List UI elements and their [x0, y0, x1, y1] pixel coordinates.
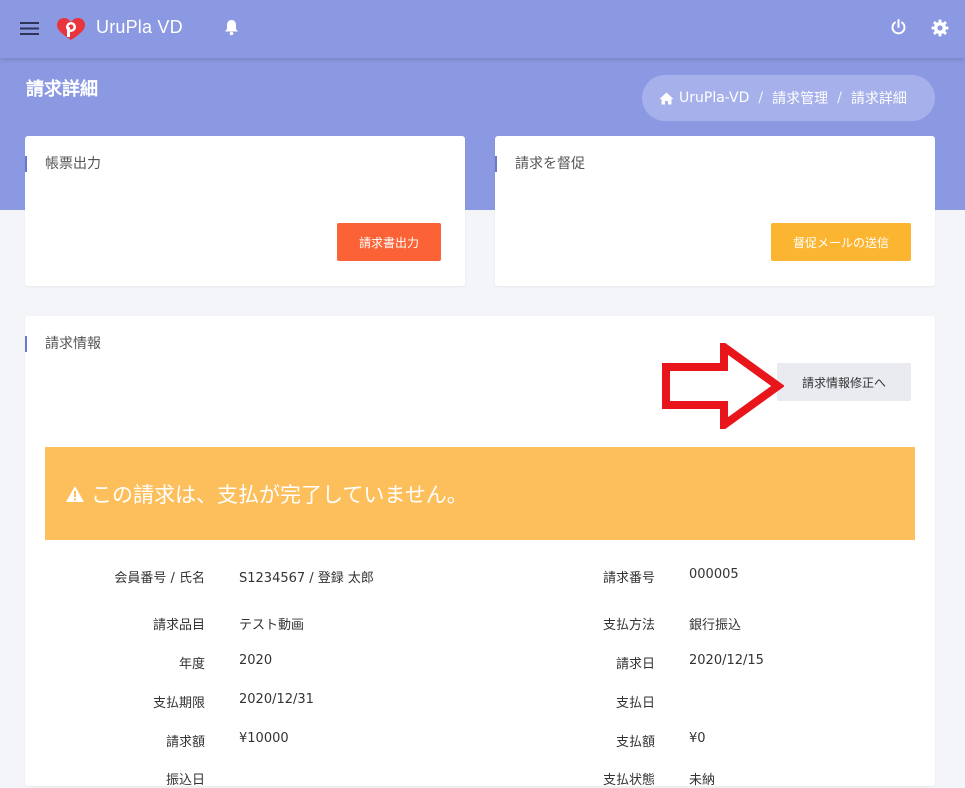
breadcrumb-separator: / [837, 90, 842, 106]
amount-billed-label: 請求額 [165, 735, 205, 750]
breadcrumb-billing[interactable]: 請求管理 [772, 88, 828, 108]
logo-icon[interactable] [55, 16, 87, 42]
member-label: 会員番号 / 氏名 [114, 571, 205, 586]
breadcrumb-current: 請求詳細 [850, 91, 907, 107]
breadcrumb: UruPla-VD / 請求管理 / 請求詳細 [642, 75, 935, 121]
breadcrumb-home[interactable]: UruPla-VD [679, 90, 749, 106]
unpaid-alert: この請求は、支払が完了していません。 [45, 447, 915, 540]
due-date-value: 2020/12/31 [239, 692, 314, 707]
billing-info-card: 請求情報 請求情報修正へ この請求は、支払が完了していません。 会員番号 / 氏… [25, 316, 935, 788]
invoice-date-label: 請求日 [615, 657, 655, 672]
card-title: 請求を督促 [495, 156, 585, 172]
item-value: テスト動画 [239, 618, 305, 633]
card-title: 帳票出力 [25, 156, 101, 172]
item-label: 請求品目 [152, 618, 205, 633]
payment-method-label: 支払方法 [602, 618, 655, 633]
document-output-card: 帳票出力 請求書出力 [25, 136, 465, 286]
brand-name[interactable]: UruPla VD [96, 17, 183, 38]
power-icon[interactable] [890, 19, 907, 36]
menu-icon[interactable] [20, 21, 39, 36]
payment-status-label: 支払状態 [602, 773, 655, 788]
gear-icon[interactable] [931, 19, 949, 37]
amount-paid-label: 支払額 [615, 735, 655, 750]
top-navbar: UruPla VD [0, 0, 965, 58]
member-value: S1234567 / 登録 太郎 [239, 571, 374, 586]
annotation-arrow-icon [662, 343, 784, 429]
amount-paid-value: ¥0 [689, 731, 706, 746]
card-title: 請求情報 [25, 336, 101, 352]
home-icon[interactable] [659, 92, 674, 105]
bell-icon[interactable] [224, 19, 239, 36]
warning-icon [66, 485, 84, 502]
invoice-output-button[interactable]: 請求書出力 [337, 223, 441, 261]
year-value: 2020 [239, 653, 273, 668]
dunning-card: 請求を督促 督促メールの送信 [495, 136, 935, 286]
page-title: 請求詳細 [26, 79, 98, 100]
transfer-date-label: 振込日 [165, 773, 205, 788]
edit-billing-info-button[interactable]: 請求情報修正へ [777, 363, 911, 401]
due-date-label: 支払期限 [152, 696, 205, 711]
invoice-number-value: 000005 [689, 567, 739, 582]
invoice-date-value: 2020/12/15 [689, 653, 764, 668]
amount-billed-value: ¥10000 [239, 731, 289, 746]
payment-method-value: 銀行振込 [689, 618, 742, 633]
payment-status-value: 未納 [689, 773, 716, 788]
payment-date-label: 支払日 [615, 696, 655, 711]
send-dunning-email-button[interactable]: 督促メールの送信 [771, 223, 911, 261]
year-label: 年度 [178, 657, 205, 672]
invoice-number-label: 請求番号 [602, 571, 655, 586]
alert-text: この請求は、支払が完了していません。 [91, 482, 468, 507]
breadcrumb-separator: / [758, 90, 764, 106]
